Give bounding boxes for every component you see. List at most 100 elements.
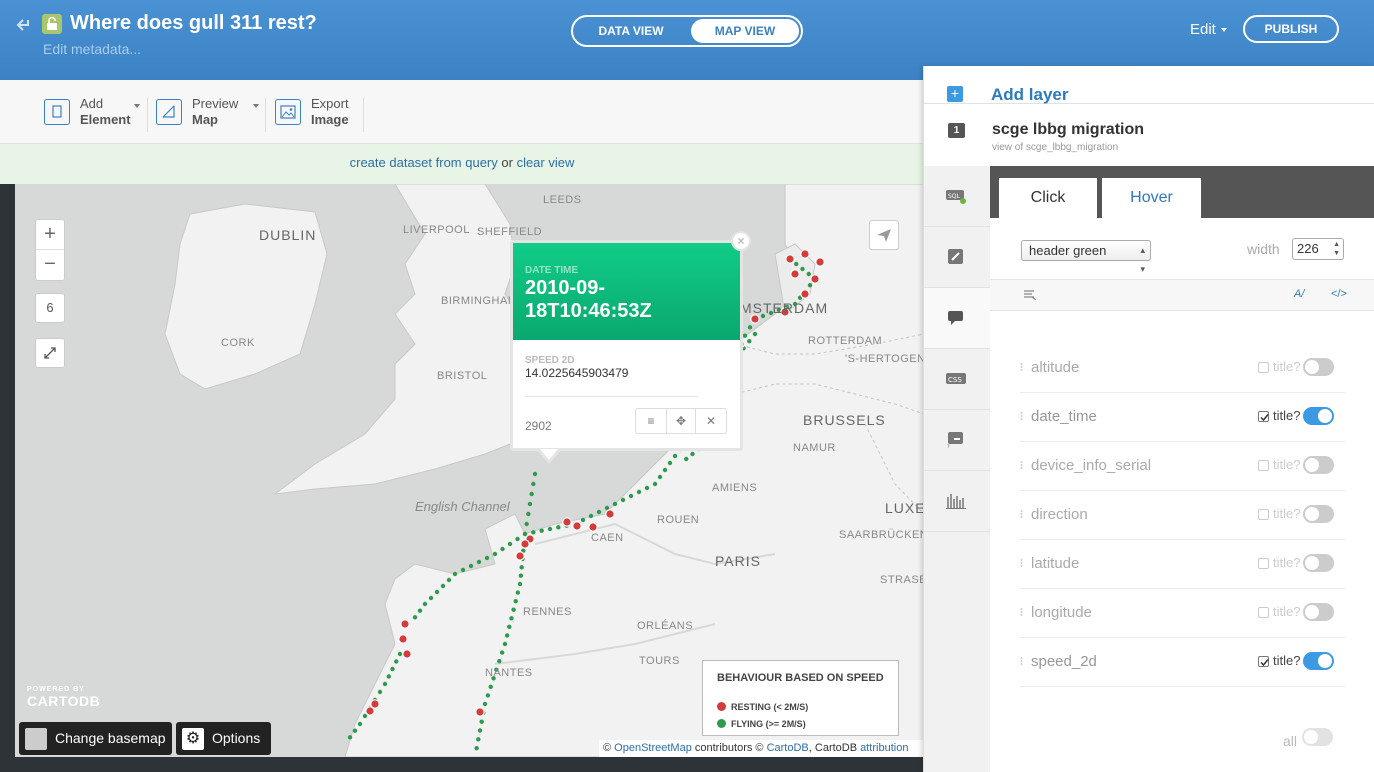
flying-point[interactable] (507, 541, 513, 547)
flying-point[interactable] (507, 624, 512, 630)
resting-point[interactable] (515, 551, 525, 561)
flying-point[interactable] (468, 563, 474, 569)
sql-button[interactable]: SQL (924, 166, 990, 227)
flying-point[interactable] (484, 555, 490, 561)
flying-point[interactable] (747, 338, 752, 344)
resting-point[interactable] (605, 509, 615, 519)
flying-point[interactable] (500, 546, 505, 552)
flying-point[interactable] (526, 511, 531, 517)
resting-point[interactable] (750, 314, 760, 324)
flying-point[interactable] (652, 481, 658, 487)
fullscreen-button[interactable] (35, 338, 65, 368)
title-checkbox[interactable] (1258, 558, 1269, 569)
flying-point[interactable] (596, 509, 602, 515)
flying-point[interactable] (588, 513, 594, 519)
flying-point[interactable] (644, 485, 650, 491)
openstreetmap-link[interactable]: OpenStreetMap (614, 742, 692, 754)
flying-point[interactable] (511, 607, 516, 612)
flying-point[interactable] (672, 453, 678, 459)
resting-point[interactable] (815, 257, 825, 267)
resting-point[interactable] (398, 634, 408, 644)
resting-point[interactable] (790, 269, 800, 279)
flying-point[interactable] (499, 650, 505, 655)
flying-point[interactable] (502, 641, 508, 647)
resting-point[interactable] (588, 522, 598, 532)
flying-point[interactable] (657, 474, 663, 480)
resting-point[interactable] (402, 649, 412, 659)
create-dataset-link[interactable]: create dataset from query (350, 155, 498, 170)
field-visibility-toggle[interactable] (1303, 603, 1334, 621)
flying-point[interactable] (662, 467, 668, 473)
flying-point[interactable] (488, 684, 493, 690)
flying-point[interactable] (667, 460, 673, 466)
close-icon[interactable]: ✕ (696, 409, 726, 433)
title-checkbox[interactable] (1258, 362, 1269, 373)
field-visibility-toggle[interactable] (1303, 505, 1334, 523)
flying-point[interactable] (628, 493, 634, 499)
back-arrow-icon[interactable] (16, 16, 34, 34)
options-button[interactable]: ⚙ Options (176, 722, 271, 755)
stepper-arrows-icon[interactable]: ▲ ▼ (1333, 240, 1340, 258)
popup-close-button[interactable]: × (731, 231, 751, 251)
edit-text-icon[interactable]: A/ (1294, 288, 1304, 300)
flying-point[interactable] (460, 567, 466, 573)
flying-point[interactable] (476, 559, 482, 565)
resting-point[interactable] (572, 521, 582, 531)
flying-point[interactable] (531, 530, 536, 535)
resting-point[interactable] (400, 619, 410, 629)
drag-handle-icon[interactable] (1020, 362, 1023, 372)
share-button[interactable] (869, 220, 899, 250)
flying-point[interactable] (434, 589, 440, 595)
flying-point[interactable] (527, 501, 533, 507)
flying-point[interactable] (509, 616, 514, 621)
flying-point[interactable] (531, 481, 536, 487)
flying-point[interactable] (357, 721, 363, 727)
filters-button[interactable] (924, 471, 990, 532)
flying-point[interactable] (515, 590, 521, 595)
flying-point[interactable] (422, 601, 428, 607)
flying-point[interactable] (612, 501, 618, 507)
title-checkbox[interactable] (1258, 460, 1269, 471)
flying-point[interactable] (522, 531, 528, 537)
resting-point[interactable] (365, 706, 375, 716)
zoom-in-button[interactable]: + (36, 220, 64, 250)
resting-point[interactable] (800, 249, 810, 259)
field-visibility-toggle[interactable] (1303, 652, 1334, 670)
flying-point[interactable] (497, 658, 502, 664)
drag-handle-icon[interactable] (1020, 411, 1023, 421)
resting-point[interactable] (520, 539, 530, 549)
flying-point[interactable] (504, 633, 510, 638)
resting-point[interactable] (562, 517, 572, 527)
flying-point[interactable] (752, 331, 758, 337)
flying-point[interactable] (794, 261, 799, 267)
flying-point[interactable] (452, 571, 458, 577)
field-list-icon[interactable] (1024, 290, 1036, 300)
publish-button[interactable]: PUBLISH (1243, 15, 1339, 43)
clear-view-link[interactable]: clear view (517, 155, 575, 170)
field-visibility-toggle[interactable] (1303, 554, 1334, 572)
flying-point[interactable] (747, 325, 753, 330)
field-visibility-toggle[interactable] (1303, 456, 1334, 474)
flying-point[interactable] (492, 551, 498, 557)
flying-point[interactable] (807, 283, 813, 288)
field-visibility-toggle[interactable] (1303, 407, 1334, 425)
flying-point[interactable] (532, 471, 538, 477)
code-icon[interactable]: </> (1331, 288, 1347, 300)
drag-handle-icon[interactable] (1020, 460, 1023, 470)
zoom-out-button[interactable]: − (36, 250, 64, 280)
flying-point[interactable] (377, 689, 383, 695)
flying-point[interactable] (529, 491, 534, 497)
all-fields-toggle[interactable] (1302, 728, 1333, 746)
drag-handle-icon[interactable] (1020, 509, 1023, 519)
flying-point[interactable] (440, 583, 446, 589)
flying-point[interactable] (547, 526, 553, 532)
add-layer-button[interactable]: + Add layer (924, 66, 1374, 104)
drag-handle-icon[interactable] (1020, 607, 1023, 617)
title-checkbox[interactable] (1258, 656, 1269, 667)
attribution-link[interactable]: attribution (860, 742, 908, 754)
flying-point[interactable] (580, 517, 586, 523)
flying-point[interactable] (479, 719, 484, 724)
wizard-button[interactable] (924, 227, 990, 288)
flying-point[interactable] (397, 651, 403, 657)
flying-point[interactable] (519, 565, 524, 570)
